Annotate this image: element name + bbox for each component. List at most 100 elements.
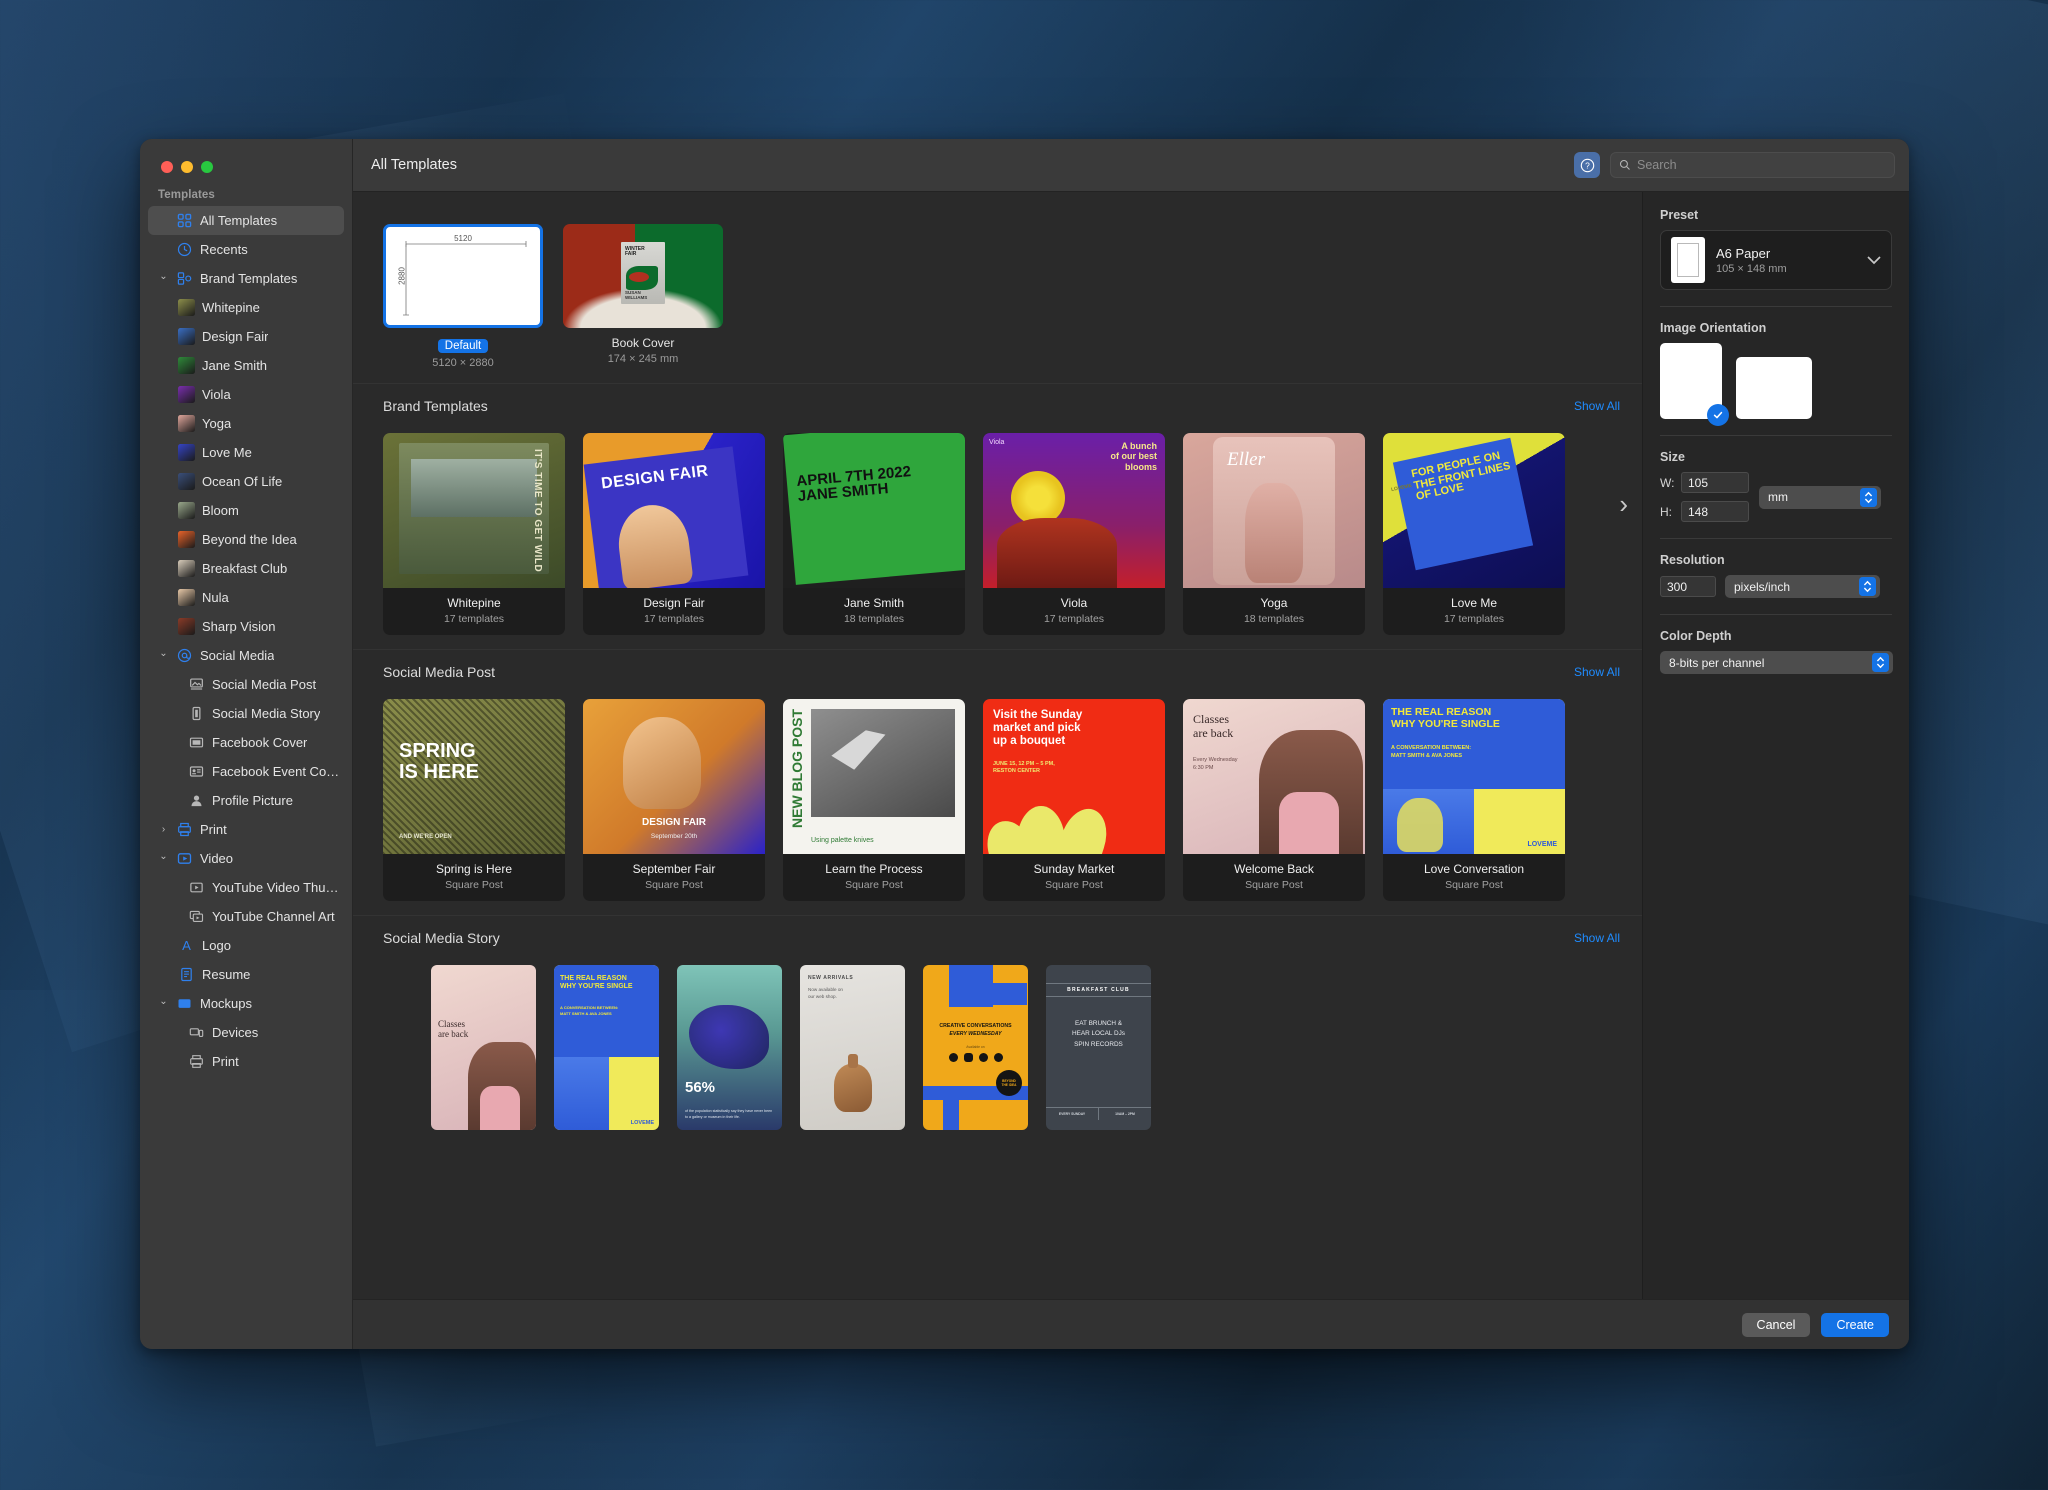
sidebar-item-label: Viola bbox=[202, 387, 231, 402]
brand-thumbnail-icon bbox=[178, 502, 195, 519]
document-icon bbox=[178, 966, 195, 983]
sidebar-item-jane-smith[interactable]: Jane Smith bbox=[148, 351, 344, 380]
template-card-learn-the-process[interactable]: NEW BLOG POST Using palette knives Learn… bbox=[783, 699, 965, 901]
sidebar-item-label: Social Media Post bbox=[212, 677, 317, 692]
size-label: Size bbox=[1660, 450, 1686, 464]
sidebar-item-label: Sharp Vision bbox=[202, 619, 276, 634]
sidebar-item-viola[interactable]: Viola bbox=[148, 380, 344, 409]
sidebar-item-video[interactable]: ⌄ Video bbox=[148, 844, 344, 873]
sidebar-item-resume[interactable]: Resume bbox=[148, 960, 344, 989]
sidebar-item-sharp-vision[interactable]: Sharp Vision bbox=[148, 612, 344, 641]
template-card-whitepine[interactable]: IT'S TIME TO GET WILD Whitepine 17 templ… bbox=[383, 433, 565, 635]
size-unit-select[interactable]: mm bbox=[1759, 485, 1881, 509]
sidebar-item-devices[interactable]: Devices bbox=[148, 1018, 344, 1047]
sidebar-item-profile-picture[interactable]: Profile Picture bbox=[148, 786, 344, 815]
sidebar-item-all-templates[interactable]: All Templates bbox=[148, 206, 344, 235]
svg-text:A: A bbox=[182, 938, 191, 953]
sidebar-item-social-media-story[interactable]: Social Media Story bbox=[148, 699, 344, 728]
card-art-text: A bunch bbox=[1121, 441, 1157, 451]
sidebar-item-label: Recents bbox=[200, 242, 248, 257]
show-all-brand-templates[interactable]: Show All bbox=[1574, 399, 1620, 413]
story-card-56-percent[interactable]: 56% of the population statistically say … bbox=[677, 965, 782, 1130]
grid-icon bbox=[176, 212, 193, 229]
story-card-new-arrivals[interactable]: NEW ARRIVALS Now available on our web sh… bbox=[800, 965, 905, 1130]
default-canvas-preview: 5120 2880 bbox=[383, 224, 543, 328]
orientation-portrait-option[interactable] bbox=[1660, 343, 1729, 426]
template-card-september-fair[interactable]: DESIGN FAIR September 20th September Fai… bbox=[583, 699, 765, 901]
story-card-real-reason[interactable]: THE REAL REASON WHY YOU'RE SINGLE A CONV… bbox=[554, 965, 659, 1130]
template-tile-book-cover[interactable]: WINTER FAIR SUSAN WILLIAMS Book Cover 174 … bbox=[563, 224, 723, 369]
sidebar-item-design-fair[interactable]: Design Fair bbox=[148, 322, 344, 351]
minimize-button[interactable] bbox=[181, 161, 193, 173]
template-card-jane-smith[interactable]: APRIL 7TH 2022 JANE SMITH Jane Smith 18 … bbox=[783, 433, 965, 635]
height-input[interactable]: 148 bbox=[1681, 501, 1749, 522]
template-gallery[interactable]: 5120 2880 Default 5120 × 2880 WINTER FAI… bbox=[353, 192, 1642, 1299]
card-art-text: are back bbox=[1193, 725, 1234, 740]
template-card-viola[interactable]: Viola A bunch of our best blooms Viola 1… bbox=[983, 433, 1165, 635]
close-button[interactable] bbox=[161, 161, 173, 173]
sidebar-item-breakfast-club[interactable]: Breakfast Club bbox=[148, 554, 344, 583]
story-art-text: EVERY WEDNESDAY bbox=[949, 1030, 1002, 1037]
create-button[interactable]: Create bbox=[1821, 1312, 1889, 1337]
search-placeholder: Search bbox=[1637, 158, 1677, 172]
sidebar-item-youtube-video-thu[interactable]: YouTube Video Thu… bbox=[148, 873, 344, 902]
resolution-input[interactable]: 300 bbox=[1660, 576, 1716, 597]
sidebar-item-recents[interactable]: Recents bbox=[148, 235, 344, 264]
card-art-text: Visit the Sunday bbox=[993, 709, 1083, 721]
sidebar-item-print[interactable]: › Print bbox=[148, 815, 344, 844]
chevron-down-icon[interactable]: ⌄ bbox=[158, 996, 169, 1007]
story-card-breakfast-club[interactable]: BREAKFAST CLUB EAT BRUNCH & HEAR LOCAL D… bbox=[1046, 965, 1151, 1130]
chevron-right-icon[interactable]: › bbox=[158, 824, 169, 835]
template-card-yoga[interactable]: Eller Yoga 18 templates bbox=[1183, 433, 1365, 635]
chevron-down-icon[interactable]: ⌄ bbox=[158, 648, 169, 659]
template-card-love-conversation[interactable]: THE REAL REASON WHY YOU'RE SINGLE A CONV… bbox=[1383, 699, 1565, 901]
template-card-design-fair[interactable]: DESIGN FAIR Design Fair 17 templates bbox=[583, 433, 765, 635]
story-card-classes-are-back[interactable]: Classes are back bbox=[431, 965, 536, 1130]
template-card-sunday-market[interactable]: Visit the Sunday market and pick up a bo… bbox=[983, 699, 1165, 901]
sidebar-item-social-media[interactable]: ⌄ Social Media bbox=[148, 641, 344, 670]
preset-name: A6 Paper bbox=[1716, 245, 1771, 261]
template-card-love-me[interactable]: FOR PEOPLE ON THE FRONT LINES OF LOVE LO… bbox=[1383, 433, 1565, 635]
story-art-text: our web shop. bbox=[808, 993, 837, 999]
cancel-button[interactable]: Cancel bbox=[1741, 1312, 1811, 1337]
sidebar-item-brand-templates[interactable]: ⌄ Brand Templates bbox=[148, 264, 344, 293]
template-card-welcome-back[interactable]: Classes are back Every Wednesday 6:30 PM bbox=[1183, 699, 1365, 901]
sidebar-item-nula[interactable]: Nula bbox=[148, 583, 344, 612]
orientation-landscape-option[interactable] bbox=[1736, 357, 1812, 419]
sidebar-item-mockups[interactable]: ⌄ Mockups bbox=[148, 989, 344, 1018]
sidebar-item-yoga[interactable]: Yoga bbox=[148, 409, 344, 438]
sidebar-item-ocean-of-life[interactable]: Ocean Of Life bbox=[148, 467, 344, 496]
resolution-unit-select[interactable]: pixels/inch bbox=[1725, 575, 1880, 598]
chevron-down-icon[interactable]: ⌄ bbox=[158, 271, 169, 282]
card-subtitle: Square Post bbox=[1445, 879, 1503, 891]
sidebar-item-print[interactable]: Print bbox=[148, 1047, 344, 1076]
color-depth-select[interactable]: 8-bits per channel bbox=[1660, 651, 1893, 674]
sidebar-item-whitepine[interactable]: Whitepine bbox=[148, 293, 344, 322]
card-artwork: Viola A bunch of our best blooms bbox=[983, 433, 1165, 588]
preset-label: Preset bbox=[1660, 208, 1699, 222]
sidebar-item-facebook-cover[interactable]: Facebook Cover bbox=[148, 728, 344, 757]
show-all-social-media-story[interactable]: Show All bbox=[1574, 931, 1620, 945]
sidebar-item-bloom[interactable]: Bloom bbox=[148, 496, 344, 525]
story-card-creative-conversations[interactable]: CREATIVE CONVERSATIONS EVERY WEDNESDAY A… bbox=[923, 965, 1028, 1130]
sidebar-item-youtube-channel-art[interactable]: YouTube Channel Art bbox=[148, 902, 344, 931]
sidebar-item-beyond-the-idea[interactable]: Beyond the Idea bbox=[148, 525, 344, 554]
preset-dropdown[interactable]: A6 Paper 105 × 148 mm bbox=[1660, 230, 1892, 290]
sidebar-item-facebook-event-co[interactable]: Facebook Event Co… bbox=[148, 757, 344, 786]
sidebar-list[interactable]: All Templates Recents ⌄ Brand Templates Whit… bbox=[140, 206, 352, 1349]
template-card-spring-is-here[interactable]: SPRING IS HERE AND WE'RE OPEN Spring is … bbox=[383, 699, 565, 901]
next-arrow-icon[interactable]: › bbox=[1619, 489, 1628, 520]
card-art-text: blooms bbox=[1124, 461, 1157, 472]
sidebar-item-social-media-post[interactable]: Social Media Post bbox=[148, 670, 344, 699]
template-tile-default[interactable]: 5120 2880 Default 5120 × 2880 bbox=[383, 224, 543, 369]
show-all-social-media-post[interactable]: Show All bbox=[1574, 665, 1620, 679]
search-input[interactable]: Search bbox=[1610, 152, 1895, 178]
zoom-button[interactable] bbox=[201, 161, 213, 173]
width-input[interactable]: 105 bbox=[1681, 472, 1749, 493]
window-controls[interactable] bbox=[140, 153, 352, 187]
help-button[interactable]: ? bbox=[1574, 152, 1600, 178]
card-subtitle: 17 templates bbox=[643, 613, 705, 625]
sidebar-item-love-me[interactable]: Love Me bbox=[148, 438, 344, 467]
chevron-down-icon[interactable]: ⌄ bbox=[158, 851, 169, 862]
sidebar-item-logo[interactable]: A Logo bbox=[148, 931, 344, 960]
